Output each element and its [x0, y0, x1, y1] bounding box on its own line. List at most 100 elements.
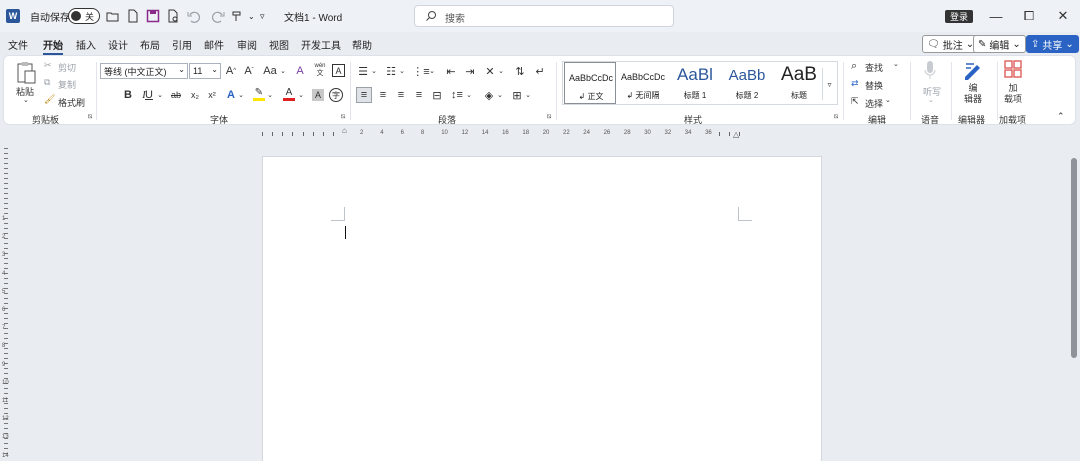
print-preview-icon[interactable] — [166, 9, 180, 23]
superscript-icon[interactable]: x² — [205, 88, 219, 102]
bold-icon[interactable]: B — [122, 88, 134, 102]
replace-icon[interactable]: ⇄ — [851, 78, 859, 89]
add-ins-icon[interactable] — [1003, 59, 1023, 79]
style-title[interactable]: AaB 标题 — [773, 62, 825, 104]
justify-icon[interactable]: ≡ — [412, 88, 426, 102]
vertical-scrollbar[interactable] — [1070, 150, 1078, 456]
character-border-icon[interactable]: A — [332, 64, 345, 77]
chevron-down-icon[interactable]: ⌄ — [370, 64, 378, 78]
highlight-color-icon[interactable]: ✎ — [252, 86, 266, 102]
decrease-indent-icon[interactable]: ⇤ — [444, 64, 458, 78]
style-normal[interactable]: AaBbCcDc ↲ 正文 — [564, 62, 616, 104]
clear-formatting-icon[interactable]: A — [293, 64, 307, 78]
find-label[interactable]: 查找 — [865, 61, 883, 74]
style-heading-2[interactable]: AaBb 标题 2 — [721, 62, 773, 104]
undo-icon[interactable] — [186, 9, 200, 23]
tab-view[interactable]: 视图 — [269, 37, 289, 52]
tab-design[interactable]: 设计 — [108, 37, 128, 52]
search-box[interactable]: 搜索 — [414, 5, 674, 27]
strikethrough-icon[interactable]: ab — [169, 88, 183, 102]
numbering-icon[interactable]: ☷ — [384, 64, 398, 78]
select-label[interactable]: 选择 — [865, 97, 883, 110]
find-icon[interactable]: ⌕ — [851, 60, 857, 73]
sort-icon[interactable]: ⇅ — [513, 64, 527, 78]
minimize-button[interactable]: — — [981, 0, 1011, 32]
align-left-icon[interactable]: ≡ — [356, 87, 372, 103]
chevron-down-icon[interactable]: ⌄ — [497, 64, 505, 78]
bullets-icon[interactable]: ☰ — [356, 64, 370, 78]
borders-icon[interactable]: ⊞ — [510, 88, 524, 102]
font-color-icon[interactable]: A — [282, 86, 296, 102]
format-painter-icon[interactable]: 🖌 — [44, 94, 55, 105]
login-button[interactable]: 登录 — [945, 10, 973, 23]
chevron-down-icon[interactable]: ⌄ — [885, 96, 891, 104]
styles-more-icon[interactable]: ▿ — [822, 68, 836, 100]
phonetic-guide-icon[interactable]: wén 文 — [313, 62, 327, 78]
character-shading-icon[interactable]: A — [312, 89, 324, 101]
copy-icon[interactable]: ⧉ — [44, 77, 50, 88]
paste-icon[interactable] — [14, 60, 38, 86]
tab-review[interactable]: 审阅 — [237, 37, 257, 52]
chevron-down-icon[interactable]: ⌄ — [398, 64, 406, 78]
multilevel-list-icon[interactable]: ⋮≡ — [412, 64, 429, 78]
replace-label[interactable]: 替换 — [865, 79, 883, 92]
open-folder-icon[interactable] — [106, 9, 120, 23]
comments-button[interactable]: 🗨 批注 ⌄ — [922, 35, 980, 53]
autosave-toggle[interactable]: 关 — [68, 8, 100, 24]
cut-label[interactable]: 剪切 — [58, 61, 76, 74]
chevron-down-icon[interactable]: ⌄ — [23, 96, 29, 104]
shading-icon[interactable]: ◈ — [482, 88, 496, 102]
tab-mailings[interactable]: 邮件 — [204, 37, 224, 52]
underline-icon[interactable]: U — [143, 88, 155, 102]
format-painter-quick-icon[interactable] — [230, 9, 244, 23]
maximize-button[interactable]: ⧠ — [1014, 0, 1044, 32]
styles-launcher-icon[interactable]: ⧅ — [834, 113, 842, 121]
tab-help[interactable]: 帮助 — [352, 37, 372, 52]
distributed-icon[interactable]: ⊟ — [430, 88, 444, 102]
tab-layout[interactable]: 布局 — [140, 37, 160, 52]
editing-mode-button[interactable]: ✎ 编辑 ⌄ — [973, 35, 1026, 53]
redo-icon[interactable] — [212, 9, 226, 23]
tab-insert[interactable]: 插入 — [76, 37, 96, 52]
format-painter-label[interactable]: 格式刷 — [58, 96, 85, 109]
chevron-down-icon[interactable]: ⌄ — [893, 60, 899, 68]
paragraph-launcher-icon[interactable]: ⧅ — [547, 113, 555, 121]
new-document-icon[interactable] — [126, 9, 140, 23]
document-page[interactable] — [262, 156, 822, 461]
chevron-down-icon[interactable]: ⌄ — [428, 64, 436, 78]
right-indent-marker-icon[interactable]: △ — [733, 130, 739, 139]
collapse-ribbon-icon[interactable]: ⌃ — [1057, 111, 1065, 122]
tab-developer[interactable]: 开发工具 — [301, 37, 341, 52]
chevron-down-icon[interactable]: ⌄ — [156, 88, 164, 102]
editor-label[interactable]: 编 辑器 — [964, 83, 982, 105]
subscript-icon[interactable]: x₂ — [188, 88, 202, 102]
editor-icon[interactable] — [962, 59, 984, 81]
tab-home[interactable]: 开始 — [43, 37, 63, 55]
line-spacing-icon[interactable]: ↕≡ — [450, 88, 464, 102]
chevron-down-icon[interactable]: ⌄ — [248, 0, 255, 32]
tab-file[interactable]: 文件 — [8, 37, 28, 52]
enclose-characters-icon[interactable]: 字 — [329, 88, 343, 102]
align-right-icon[interactable]: ≡ — [394, 88, 408, 102]
increase-indent-icon[interactable]: ⇥ — [463, 64, 477, 78]
style-no-spacing[interactable]: AaBbCcDc ↲ 无间隔 — [617, 62, 669, 104]
align-center-icon[interactable]: ≡ — [376, 88, 390, 102]
show-marks-icon[interactable]: ↵ — [533, 64, 547, 78]
add-ins-label[interactable]: 加 载项 — [1004, 83, 1022, 105]
chevron-down-icon[interactable]: ⌄ — [266, 88, 274, 102]
microphone-icon[interactable] — [922, 60, 938, 82]
chevron-down-icon[interactable]: ⌄ — [496, 88, 504, 102]
chevron-down-icon[interactable]: ⌄ — [297, 88, 305, 102]
cut-icon[interactable]: ✂ — [44, 60, 52, 71]
tab-references[interactable]: 引用 — [172, 37, 192, 52]
font-launcher-icon[interactable]: ⧅ — [341, 113, 349, 121]
customize-qat-icon[interactable]: ▿ — [260, 0, 265, 32]
copy-label[interactable]: 复制 — [58, 78, 76, 91]
close-button[interactable]: ✕ — [1048, 0, 1078, 32]
text-effects-icon[interactable]: A — [224, 88, 238, 102]
chevron-down-icon[interactable]: ⌄ — [237, 88, 245, 102]
font-name-select[interactable]: 等线 (中文正文) ⌄ — [100, 63, 188, 79]
shrink-font-icon[interactable]: Aˇ — [242, 64, 256, 78]
chevron-down-icon[interactable]: ⌄ — [279, 64, 287, 78]
chevron-down-icon[interactable]: ⌄ — [465, 88, 473, 102]
